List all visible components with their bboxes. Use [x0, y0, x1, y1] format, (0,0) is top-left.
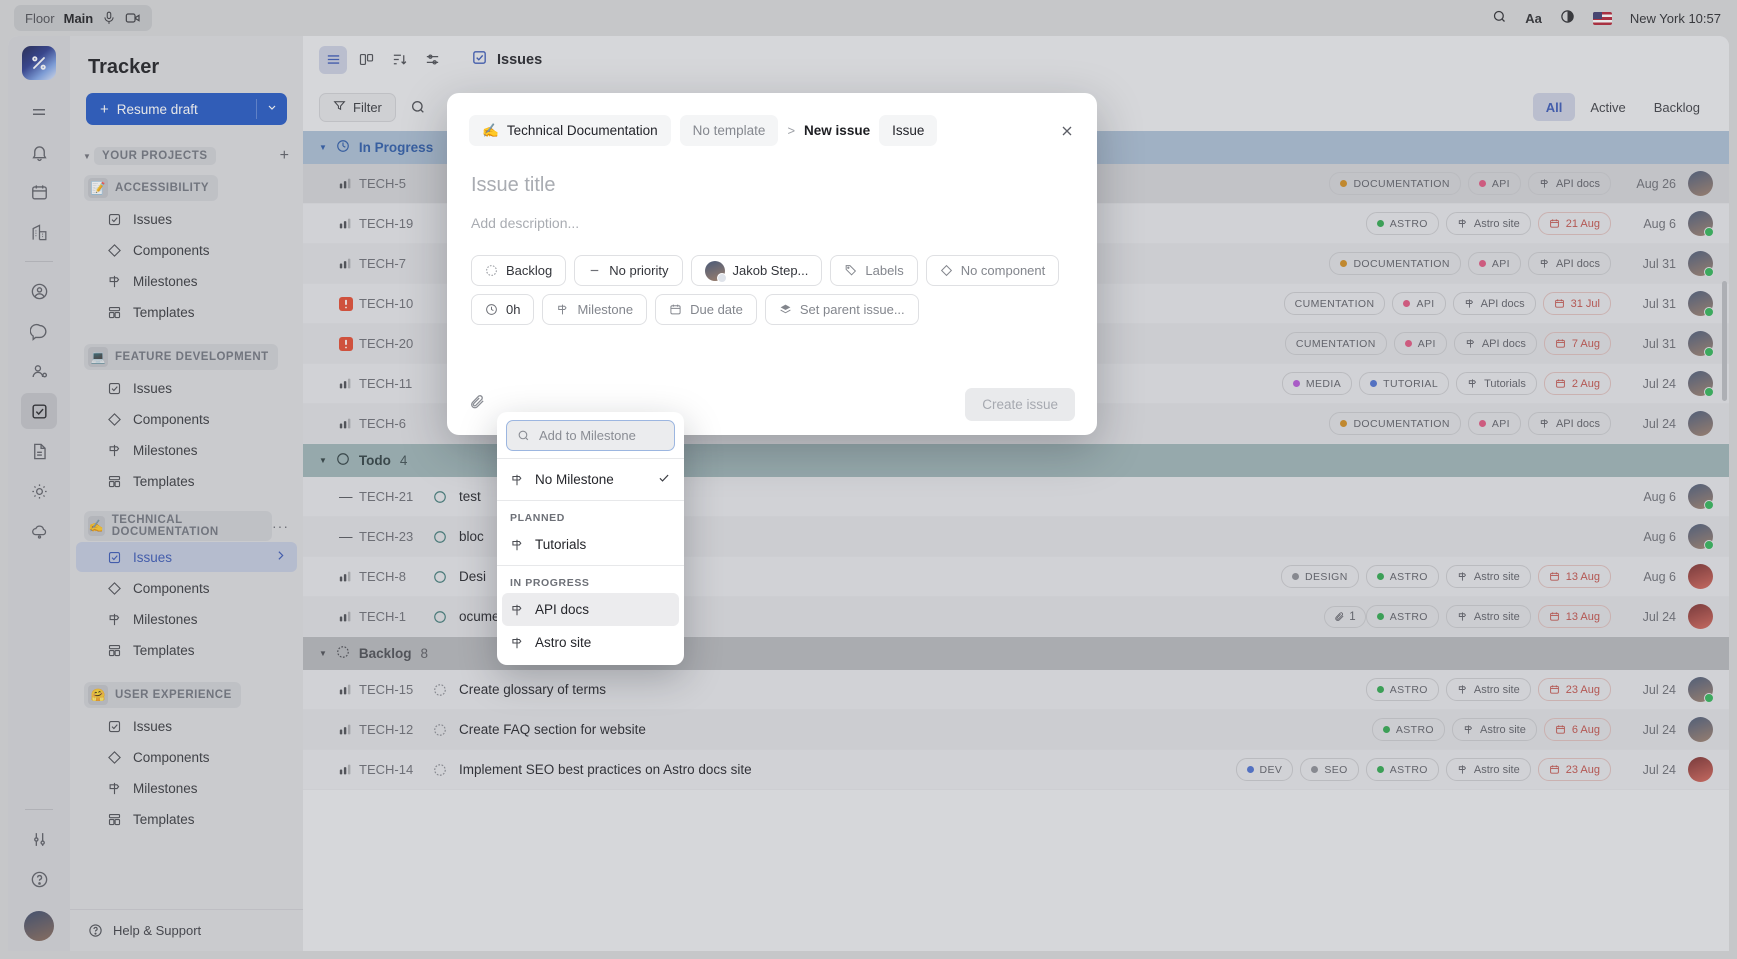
clock-icon — [485, 303, 498, 316]
modal-breadcrumb: ✍️ Technical Documentation No template >… — [447, 93, 1097, 146]
milestone-search-placeholder: Add to Milestone — [539, 428, 636, 443]
project-name: Technical Documentation — [507, 123, 658, 138]
issue-properties: Backlog No priority Jakob Step... Labels… — [447, 231, 1097, 325]
dropdown-section-in-progress: IN PROGRESS — [497, 570, 684, 593]
component-label: No component — [961, 263, 1046, 278]
dropdown-item-api-docs[interactable]: API docs — [502, 593, 679, 626]
layers-icon — [779, 303, 792, 316]
dash-icon — [588, 264, 601, 277]
milestone-search-input[interactable]: Add to Milestone — [506, 420, 675, 451]
calendar-icon — [669, 303, 682, 316]
dropdown-item-tutorials[interactable]: Tutorials — [502, 528, 679, 561]
tag-icon — [844, 264, 857, 277]
dropdown-section-planned: PLANNED — [497, 505, 684, 528]
dropdown-item-label: Astro site — [535, 635, 591, 650]
dropdown-item-label: No Milestone — [535, 472, 614, 487]
status-selector[interactable]: Backlog — [471, 255, 566, 286]
assignee-label: Jakob Step... — [733, 263, 809, 278]
labels-label: Labels — [865, 263, 903, 278]
priority-selector[interactable]: No priority — [574, 255, 682, 286]
project-emoji: ✍️ — [482, 123, 499, 139]
modal-title: New issue — [804, 123, 870, 138]
milestone-icon — [510, 538, 524, 552]
template-selector[interactable]: No template — [680, 115, 779, 146]
component-selector[interactable]: No component — [926, 255, 1060, 286]
status-circle-icon — [485, 264, 498, 277]
issue-type-chip[interactable]: Issue — [879, 115, 937, 146]
estimation-selector[interactable]: 0h — [471, 294, 534, 325]
issue-title-input[interactable]: Issue title — [447, 146, 1097, 197]
dropdown-item-no-milestone[interactable]: No Milestone — [502, 463, 679, 496]
divider — [497, 500, 684, 501]
milestone-icon — [510, 603, 524, 617]
milestone-label: Milestone — [577, 302, 633, 317]
assignee-selector[interactable]: Jakob Step... — [691, 255, 823, 286]
status-label: Backlog — [506, 263, 552, 278]
milestone-icon — [556, 303, 569, 316]
dropdown-item-label: API docs — [535, 602, 589, 617]
search-icon — [517, 429, 530, 442]
milestone-icon — [510, 473, 524, 487]
new-issue-modal: ✍️ Technical Documentation No template >… — [447, 93, 1097, 435]
breadcrumb-separator: > — [787, 123, 795, 138]
parent-issue-selector[interactable]: Set parent issue... — [765, 294, 919, 325]
estimation-label: 0h — [506, 302, 520, 317]
divider — [497, 565, 684, 566]
parent-issue-label: Set parent issue... — [800, 302, 905, 317]
check-icon — [657, 471, 671, 488]
milestone-selector[interactable]: Milestone — [542, 294, 647, 325]
labels-selector[interactable]: Labels — [830, 255, 917, 286]
priority-label: No priority — [609, 263, 668, 278]
diamond-icon — [940, 264, 953, 277]
avatar — [705, 261, 725, 281]
issue-description-input[interactable]: Add description... — [447, 197, 1097, 231]
due-date-selector[interactable]: Due date — [655, 294, 757, 325]
paperclip-icon[interactable] — [469, 393, 486, 415]
milestone-icon — [510, 636, 524, 650]
project-selector[interactable]: ✍️ Technical Documentation — [469, 115, 671, 146]
divider — [497, 458, 684, 459]
milestone-dropdown: Add to Milestone No Milestone PLANNED Tu… — [497, 412, 684, 665]
dropdown-item-label: Tutorials — [535, 537, 586, 552]
dropdown-item-astro-site[interactable]: Astro site — [502, 626, 679, 659]
create-issue-button[interactable]: Create issue — [965, 388, 1075, 421]
due-date-label: Due date — [690, 302, 743, 317]
close-icon[interactable] — [1054, 118, 1080, 144]
